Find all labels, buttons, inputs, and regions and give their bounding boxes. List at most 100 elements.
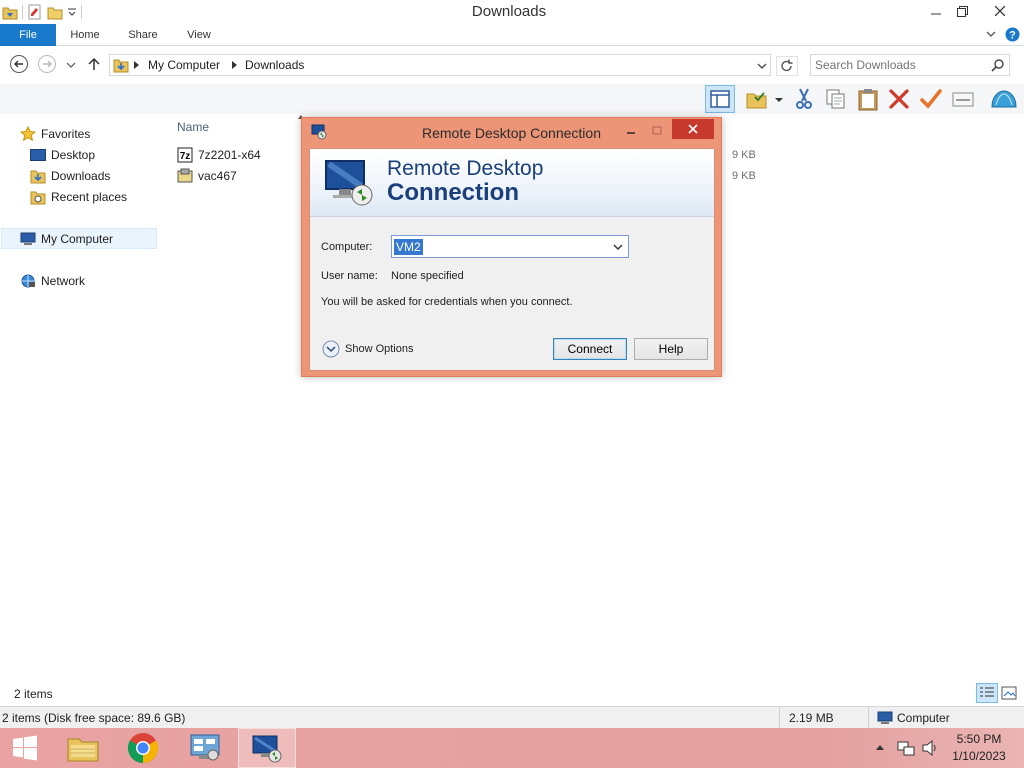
copy-icon (824, 87, 848, 111)
address-dropdown-icon[interactable] (756, 60, 768, 72)
file-explorer-icon (66, 733, 100, 763)
expand-ribbon-icon[interactable] (985, 28, 997, 40)
shell-button[interactable] (990, 87, 1018, 111)
remote-desktop-icon (251, 733, 283, 763)
dialog-body: Remote Desktop Connection Computer: VM2 … (309, 148, 715, 371)
nav-item-desktop[interactable]: Desktop (30, 145, 95, 164)
recent-places-icon (30, 189, 46, 205)
search-input[interactable] (815, 57, 985, 73)
breadcrumb-separator-icon (134, 61, 140, 69)
command-toolbar (0, 84, 1024, 114)
recent-locations-dropdown[interactable] (64, 54, 78, 74)
remote-desktop-logo-icon (324, 157, 376, 209)
nav-item-label: Desktop (51, 147, 96, 162)
username-label: User name: (321, 270, 378, 282)
expand-circle-icon (322, 340, 340, 358)
credentials-note: You will be asked for credentials when y… (321, 296, 573, 308)
clipboard-icon (856, 87, 880, 111)
items-count: 2 items (14, 687, 53, 701)
properties-card-icon (951, 87, 975, 111)
select-dropdown[interactable] (772, 87, 786, 111)
downloads-folder-icon (30, 168, 46, 184)
details-view-button[interactable] (976, 683, 998, 703)
large-icons-view-button[interactable] (1001, 686, 1017, 700)
search-box[interactable] (810, 54, 1010, 76)
computer-value[interactable]: VM2 (394, 239, 423, 255)
restore-button[interactable] (949, 0, 975, 22)
nav-item-label: My Computer (41, 231, 114, 246)
dialog-minimize-button[interactable] (620, 123, 642, 141)
close-button[interactable] (985, 0, 1015, 22)
network-tray-icon[interactable] (897, 739, 915, 757)
computer-label: Computer: (321, 241, 373, 253)
volume-icon[interactable] (921, 739, 939, 757)
tab-file[interactable]: File (0, 24, 56, 46)
svg-text:7z: 7z (180, 151, 191, 162)
banner-line2: Connection (387, 179, 519, 206)
dialog-close-button[interactable] (672, 119, 714, 139)
nav-favorites-label: Favorites (41, 126, 91, 141)
scissors-icon (792, 87, 816, 111)
help-button[interactable]: Help (634, 338, 708, 360)
file-size: 9 KB (732, 149, 756, 161)
show-hidden-icons-button[interactable] (876, 744, 884, 750)
minimize-button[interactable] (923, 0, 949, 22)
clock[interactable]: 5:50 PM 1/10/2023 (944, 732, 1014, 763)
copy-button[interactable] (824, 87, 848, 111)
nav-favorites[interactable]: Favorites (20, 124, 90, 143)
status-summary: 2 items (Disk free space: 89.6 GB) (2, 711, 186, 725)
layout-pane-icon (710, 90, 730, 108)
delete-button[interactable] (887, 87, 911, 111)
paste-button[interactable] (856, 87, 880, 111)
computer-combobox[interactable]: VM2 (391, 235, 629, 258)
installer-icon (177, 168, 193, 184)
nav-item-label: Recent places (51, 189, 128, 204)
nav-item-downloads[interactable]: Downloads (30, 166, 110, 185)
select-folder-button[interactable] (745, 87, 769, 111)
nav-item-recent-places[interactable]: Recent places (30, 187, 127, 206)
taskbar-file-explorer[interactable] (54, 728, 112, 768)
preview-pane-button[interactable] (705, 85, 735, 113)
checkmark-icon (919, 87, 943, 111)
connect-button[interactable]: Connect (553, 338, 627, 360)
server-manager-icon (189, 733, 221, 763)
file-name: vac467 (198, 169, 237, 183)
up-button[interactable] (86, 54, 102, 74)
star-icon (20, 125, 36, 142)
tab-home[interactable]: Home (62, 24, 108, 46)
column-header-name[interactable]: Name (177, 120, 209, 134)
tab-view[interactable]: View (178, 24, 220, 46)
remote-desktop-dialog: Remote Desktop Connection Remote Desktop… (301, 117, 722, 377)
status-bar: 2 items (Disk free space: 89.6 GB) 2.19 … (0, 706, 1024, 729)
taskbar-remote-desktop[interactable] (238, 728, 296, 768)
show-options-toggle[interactable]: Show Options (322, 340, 413, 358)
forward-button[interactable] (37, 54, 57, 74)
desktop-icon (30, 148, 46, 162)
chevron-down-icon[interactable] (612, 241, 624, 253)
refresh-button[interactable] (776, 56, 798, 76)
breadcrumb-my-computer[interactable]: My Computer (148, 58, 220, 72)
address-bar[interactable]: My Computer Downloads (109, 54, 771, 76)
file-row[interactable]: 7z 7z2201-x64 (177, 145, 261, 165)
window-title: Downloads (471, 3, 547, 20)
nav-item-my-computer[interactable]: My Computer (1, 228, 157, 249)
properties-button[interactable] (951, 87, 975, 111)
search-icon[interactable] (991, 58, 1005, 72)
nav-item-label: Downloads (51, 168, 111, 183)
dialog-banner: Remote Desktop Connection (310, 149, 714, 217)
help-icon[interactable]: ? (1005, 27, 1020, 42)
back-button[interactable] (9, 54, 29, 74)
dialog-maximize-button[interactable] (646, 123, 668, 141)
taskbar-server-manager[interactable] (176, 728, 234, 768)
rename-button[interactable] (919, 87, 943, 111)
nav-item-network[interactable]: Network (20, 271, 85, 290)
7zip-installer-icon: 7z (177, 147, 193, 163)
file-row[interactable]: vac467 (177, 166, 237, 186)
start-button[interactable] (0, 728, 50, 768)
refresh-icon (777, 57, 797, 75)
breadcrumb-downloads[interactable]: Downloads (245, 58, 304, 72)
cut-button[interactable] (792, 87, 816, 111)
tab-share[interactable]: Share (120, 24, 166, 46)
username-value: None specified (391, 270, 464, 282)
taskbar-chrome[interactable] (114, 728, 172, 768)
